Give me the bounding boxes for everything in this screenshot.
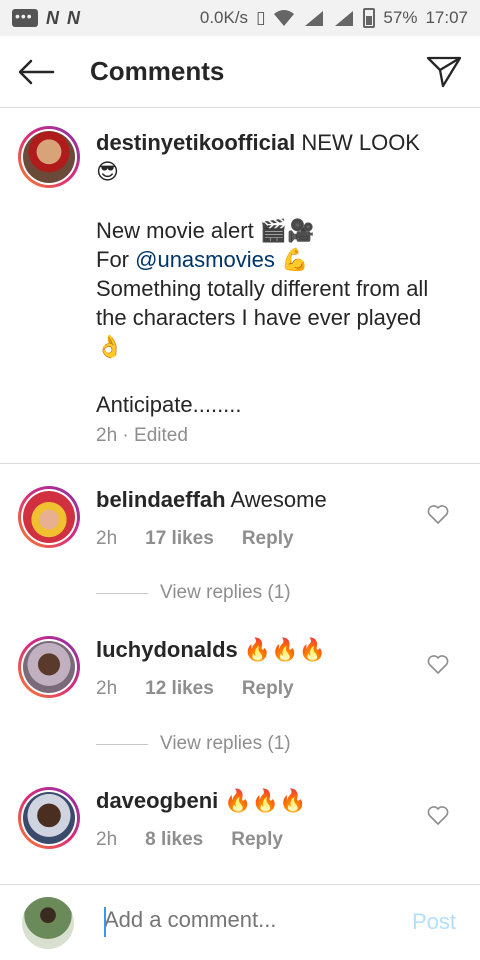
caption-time: 2h <box>96 425 118 446</box>
page-title: Comments <box>90 56 225 86</box>
comment-body: luchydonalds 🔥🔥🔥 <box>96 636 326 665</box>
comment-text: Awesome <box>230 487 327 512</box>
caption-line: Anticipate........ <box>96 392 242 417</box>
edited-label: Edited <box>134 425 188 446</box>
comment-body: daveogbeni 🔥🔥🔥 <box>96 787 307 816</box>
message-icon <box>12 8 38 27</box>
caption-line: Something totally different from all the… <box>96 276 435 359</box>
current-user-avatar <box>22 897 74 949</box>
battery-icon <box>363 8 376 28</box>
caption-line: For <box>96 247 136 272</box>
view-replies-button[interactable]: View replies (1) <box>96 733 291 755</box>
avatar[interactable] <box>18 126 80 188</box>
comment-body: belindaeffah Awesome <box>96 486 327 514</box>
mention-link[interactable]: @unasmovies <box>135 247 275 272</box>
divider <box>96 592 148 594</box>
caption-username[interactable]: destinyetikoofficial <box>96 130 295 155</box>
header: Comments <box>0 36 480 108</box>
comment-meta: 2h 17 likes Reply <box>96 528 322 550</box>
comment-input-bar: Post <box>0 884 480 960</box>
caption-line: 💪 <box>274 247 309 272</box>
vibrate-icon: ▯ <box>256 8 266 27</box>
heart-icon[interactable] <box>426 502 450 526</box>
comment-meta: 2h 12 likes Reply <box>96 678 322 700</box>
comment-item: belindaeffah Awesome 2h 17 likes Reply <box>0 486 480 566</box>
heart-icon[interactable] <box>426 652 450 676</box>
signal-icon <box>305 11 324 26</box>
avatar-image <box>23 491 75 543</box>
notification-n-icon: N <box>67 7 80 28</box>
send-icon <box>426 56 462 87</box>
back-arrow-icon <box>18 59 55 84</box>
divider <box>96 743 148 745</box>
avatar-image <box>23 792 75 844</box>
signal-icon <box>335 11 354 26</box>
avatar-image <box>23 131 75 183</box>
caption-line: New movie alert 🎬🎥 <box>96 218 315 243</box>
clock: 17:07 <box>425 8 468 27</box>
comment-text: 🔥🔥🔥 <box>243 638 327 663</box>
avatar[interactable] <box>18 486 80 548</box>
comment-input[interactable] <box>104 907 384 933</box>
caption-text: destinyetikoofficial NEW LOOK 😎 New movi… <box>96 128 436 450</box>
meta-separator: · <box>117 425 135 446</box>
comment-username[interactable]: belindaeffah <box>96 487 226 512</box>
view-replies-button[interactable]: View replies (1) <box>96 582 291 604</box>
likes-count[interactable]: 12 likes <box>145 678 214 700</box>
reply-button[interactable]: Reply <box>231 829 283 851</box>
avatar[interactable] <box>18 636 80 698</box>
caption-line: NEW LOOK <box>301 130 420 155</box>
share-button[interactable] <box>408 36 480 108</box>
battery-percent: 57% <box>383 8 418 27</box>
status-bar: N N 0.0K/s ▯ 57% 17:07 <box>0 0 480 36</box>
post-button[interactable]: Post <box>412 909 456 935</box>
likes-count[interactable]: 8 likes <box>145 829 203 851</box>
comment-item: luchydonalds 🔥🔥🔥 2h 12 likes Reply <box>0 636 480 716</box>
likes-count[interactable]: 17 likes <box>145 528 214 550</box>
comment-username[interactable]: daveogbeni <box>96 788 218 813</box>
heart-icon[interactable] <box>426 803 450 827</box>
comment-text: 🔥🔥🔥 <box>224 789 307 814</box>
comment-meta: 2h 8 likes Reply <box>96 829 311 851</box>
notification-n-icon: N <box>46 7 59 28</box>
avatar[interactable] <box>18 787 80 849</box>
view-replies-label: View replies (1) <box>160 733 291 754</box>
text-cursor <box>104 907 106 937</box>
comment-username[interactable]: luchydonalds <box>96 637 238 662</box>
comment-time: 2h <box>96 829 118 850</box>
post-caption: destinyetikoofficial NEW LOOK 😎 New movi… <box>0 108 480 464</box>
wifi-icon <box>274 10 295 26</box>
comment-item: daveogbeni 🔥🔥🔥 2h 8 likes Reply <box>0 787 480 867</box>
caption-emoji: 😎 <box>96 160 119 185</box>
comment-time: 2h <box>96 528 118 549</box>
reply-button[interactable]: Reply <box>242 678 294 700</box>
network-speed: 0.0K/s <box>199 8 249 27</box>
back-button[interactable] <box>0 36 72 108</box>
reply-button[interactable]: Reply <box>242 528 294 550</box>
view-replies-label: View replies (1) <box>160 582 291 603</box>
avatar-image <box>23 641 75 693</box>
comment-time: 2h <box>96 678 118 699</box>
